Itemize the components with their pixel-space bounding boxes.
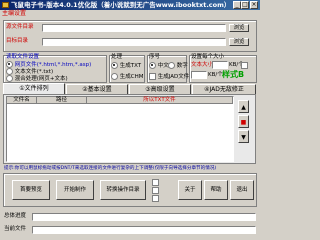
process-opt-chm[interactable]: 生成CHM bbox=[111, 73, 143, 81]
radio-icon bbox=[6, 68, 13, 75]
menu-item-main[interactable]: 主编设置 bbox=[2, 10, 26, 17]
window-title: 飞鼠电子书-版本4.0.1优化版（着小说就到无广告www.ibooktxt.co… bbox=[11, 1, 231, 9]
convert-dir-button[interactable]: 转换操作目录 bbox=[100, 180, 146, 200]
order-opt-jad[interactable]: 生成JAD文件 bbox=[149, 73, 189, 81]
up-arrow-icon: ▲ bbox=[241, 104, 246, 111]
process-opt-txt[interactable]: 生成TXT bbox=[111, 62, 141, 70]
minimize-button[interactable]: _ bbox=[233, 1, 241, 9]
size-title: 设置每个大小 bbox=[191, 54, 225, 60]
total-progress-bar bbox=[32, 213, 256, 221]
source-browse-button[interactable]: 浏览 bbox=[229, 24, 249, 32]
target-browse-button[interactable]: 浏览 bbox=[229, 38, 249, 46]
app-icon bbox=[2, 2, 9, 8]
order-opt-chinese[interactable]: 中文 bbox=[149, 62, 169, 70]
check-jad[interactable] bbox=[152, 187, 159, 195]
about-button[interactable]: 关于 bbox=[178, 180, 202, 200]
size-input-2[interactable] bbox=[191, 71, 207, 79]
style-sample: 样式B bbox=[222, 70, 245, 79]
target-dir-input[interactable] bbox=[42, 38, 226, 46]
tip-text: 提示:你可以用鼠标拖动或按DNT/T来选取连接的文件进行复杂的上下调整(仅限于向… bbox=[4, 166, 217, 171]
checkbox-icon bbox=[152, 195, 159, 202]
radio-icon bbox=[6, 75, 13, 82]
maximize-button[interactable]: □ bbox=[241, 1, 249, 9]
tab-file-order[interactable]: ①文件排列 bbox=[3, 83, 65, 94]
checkbox-icon bbox=[152, 179, 159, 186]
stop-icon: ■ bbox=[240, 119, 247, 126]
stop-button[interactable]: ■ bbox=[238, 115, 249, 128]
down-arrow-icon: ▼ bbox=[241, 134, 246, 141]
size-label-1: 文本大小 bbox=[191, 62, 214, 68]
read-opt-mixed[interactable]: 混合处理(网页+文本) bbox=[6, 75, 68, 83]
exit-button[interactable]: 退出 bbox=[230, 180, 254, 200]
checkbox-icon bbox=[241, 62, 248, 69]
read-settings-title: 读取文件设置 bbox=[6, 54, 40, 60]
preview-button[interactable]: 首要预览 bbox=[12, 180, 50, 200]
title-bar: 飞鼠电子书-版本4.0.1优化版（着小说就到无广告www.ibooktxt.co… bbox=[0, 0, 260, 10]
list-header-all[interactable]: 所以TXT文件 bbox=[87, 97, 233, 104]
order-title: 序号 bbox=[149, 54, 161, 60]
move-down-button[interactable]: ▼ bbox=[238, 130, 249, 143]
target-dir-label: 目标目录 bbox=[6, 38, 29, 44]
tab-jad-fix[interactable]: ④JAD无敌修正 bbox=[192, 84, 256, 94]
current-file-label: 当前文件 bbox=[4, 226, 27, 232]
checkbox-icon bbox=[149, 73, 156, 80]
checkbox-icon bbox=[152, 187, 159, 194]
size-input-1[interactable] bbox=[212, 61, 228, 69]
size-unit-2: KB/个 bbox=[208, 72, 223, 78]
current-file-bar bbox=[32, 226, 256, 234]
move-up-button[interactable]: ▲ bbox=[238, 100, 249, 113]
help-button[interactable]: 帮助 bbox=[204, 180, 228, 200]
radio-icon bbox=[6, 61, 13, 68]
check-jar2[interactable] bbox=[152, 195, 159, 203]
order-opt-number[interactable]: 数字 bbox=[168, 62, 188, 70]
tab-basic[interactable]: ②基本设置 bbox=[66, 84, 128, 94]
start-button[interactable]: 开始制作 bbox=[56, 180, 94, 200]
list-header-name[interactable]: 文件名 bbox=[7, 97, 37, 104]
check-jar[interactable] bbox=[152, 179, 159, 187]
menu-bar: 主编设置 bbox=[0, 10, 260, 18]
no-chapter-check[interactable] bbox=[241, 62, 248, 70]
radio-icon bbox=[168, 62, 175, 69]
close-button[interactable]: × bbox=[250, 1, 258, 9]
radio-icon bbox=[149, 62, 156, 69]
radio-icon bbox=[111, 73, 118, 80]
list-header-path[interactable]: 路径 bbox=[37, 97, 87, 104]
radio-icon bbox=[111, 62, 118, 69]
source-dir-input[interactable] bbox=[42, 24, 226, 32]
file-list[interactable] bbox=[6, 96, 234, 162]
process-title: 处理 bbox=[111, 54, 123, 60]
progress-label: 总体进度 bbox=[4, 213, 27, 219]
source-dir-label: 源文件目录 bbox=[6, 24, 34, 30]
tab-advanced[interactable]: ③高级设置 bbox=[129, 84, 191, 94]
